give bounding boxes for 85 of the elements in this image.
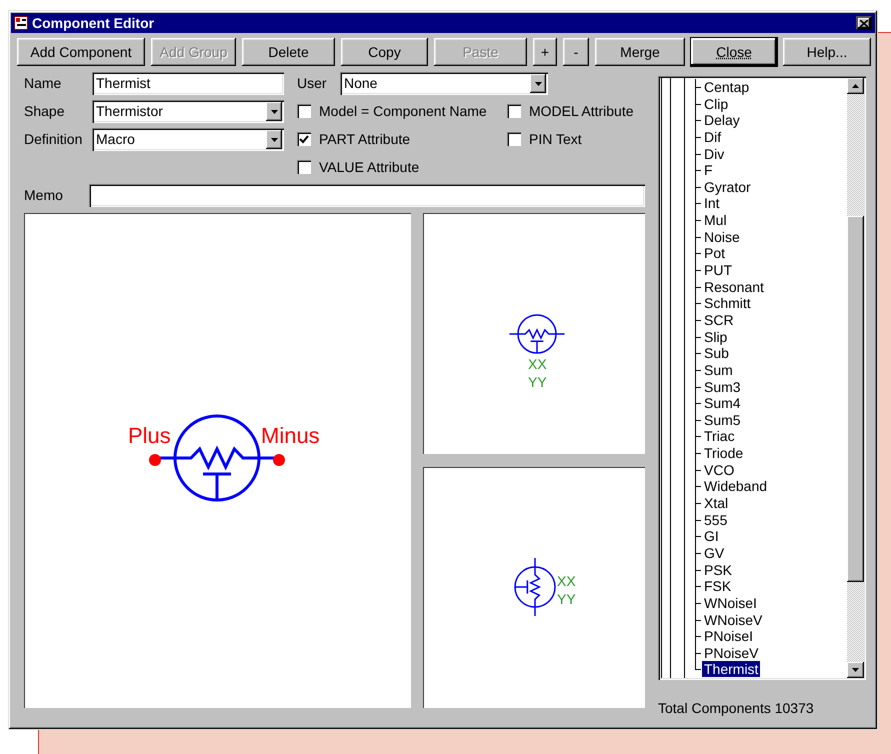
field-label: User <box>297 74 328 93</box>
tree-item[interactable]: WNoiseV <box>702 612 764 628</box>
toolbar-button[interactable]: Merge <box>595 38 685 66</box>
tree-item[interactable]: Sum4 <box>702 395 743 412</box>
tree-item[interactable]: Slip <box>702 328 730 345</box>
tree-item[interactable]: Clip <box>702 96 730 112</box>
thermistor-symbol <box>514 558 556 616</box>
toolbar-button[interactable]: - <box>563 38 589 66</box>
tree-item[interactable]: PUT <box>702 262 734 278</box>
tree-item[interactable]: VCO <box>702 462 736 478</box>
toolbar-button[interactable]: Copy <box>341 38 428 66</box>
tree-item[interactable]: Pot <box>702 245 728 262</box>
user-dropdown[interactable]: None <box>340 72 548 95</box>
tree-item[interactable]: Int <box>702 195 722 212</box>
toolbar-button[interactable]: Close <box>691 38 777 66</box>
tree-item[interactable]: Delay <box>702 112 742 128</box>
dropdown-arrow-icon <box>270 110 278 114</box>
checkbox-label: PIN Text <box>529 130 582 148</box>
tree-item[interactable]: Div <box>702 146 726 162</box>
attribute-label: YY <box>528 374 547 390</box>
tree-item[interactable]: 555 <box>702 512 730 528</box>
attribute-label: YY <box>557 591 576 607</box>
tree-item[interactable]: GI <box>702 528 721 544</box>
toolbar-button[interactable]: Help... <box>783 38 871 66</box>
dropdown-arrow-icon <box>270 138 278 142</box>
close-icon[interactable] <box>856 16 872 30</box>
tree-item[interactable]: Gyrator <box>702 178 753 195</box>
status-text: Total Components 10373 <box>658 699 815 718</box>
tree-item[interactable]: SCR <box>702 312 736 328</box>
tree-item[interactable]: Thermist <box>702 661 760 678</box>
tree-item[interactable]: Sum5 <box>702 412 743 428</box>
text-field[interactable]: Thermist <box>92 72 284 95</box>
tree-item[interactable]: Mul <box>702 212 729 228</box>
dropdown-arrow-icon <box>534 82 542 86</box>
tree-item[interactable]: Xtal <box>702 495 730 512</box>
checkbox[interactable] <box>507 132 521 146</box>
pin-label: Minus <box>261 423 320 448</box>
memo-field[interactable] <box>89 184 645 207</box>
checkbox[interactable] <box>297 160 311 174</box>
checkbox-label: MODEL Attribute <box>529 102 634 120</box>
field-label: Name <box>24 74 62 93</box>
window-title: Component Editor <box>32 14 154 33</box>
tree-item[interactable]: FSK <box>702 578 734 594</box>
toolbar-button[interactable]: Delete <box>242 38 335 66</box>
checkbox[interactable] <box>297 132 311 146</box>
scroll-thumb[interactable] <box>847 216 864 582</box>
tree-item[interactable]: Noise <box>702 228 742 245</box>
tree-item[interactable]: Dif <box>702 128 724 145</box>
tree-item[interactable]: Triac <box>702 428 737 444</box>
tree-item[interactable]: Wideband <box>702 478 770 494</box>
attribute-label: XX <box>528 356 547 372</box>
tree-item[interactable]: Sum3 <box>702 378 743 395</box>
tree-item[interactable]: PNoiseV <box>702 644 760 661</box>
tree-item[interactable]: Triode <box>702 445 746 462</box>
tree-item[interactable]: Schmitt <box>702 295 753 312</box>
field-label: Memo <box>24 186 64 205</box>
tree-item[interactable]: WNoiseI <box>702 594 759 611</box>
scrollbar[interactable] <box>847 78 864 678</box>
tree-item[interactable]: Sub <box>702 345 731 362</box>
toolbar-button[interactable]: + <box>533 38 557 66</box>
pin-label: Plus <box>128 423 171 448</box>
scroll-down-icon <box>852 668 859 672</box>
tree-item[interactable]: PNoiseI <box>702 628 756 644</box>
tree-item[interactable]: Centap <box>702 79 752 95</box>
toolbar-button[interactable]: Add Component <box>17 38 145 66</box>
attribute-label: XX <box>557 573 576 589</box>
checkbox-label: PART Attribute <box>319 130 410 148</box>
tree-item[interactable]: PSK <box>702 562 734 578</box>
tree-item[interactable]: Sum <box>702 362 735 378</box>
checkbox[interactable] <box>507 104 521 118</box>
checkbox-label: VALUE Attribute <box>319 158 420 176</box>
checkbox[interactable] <box>297 104 311 118</box>
pin-dot <box>273 454 285 466</box>
thermistor-symbol <box>509 314 565 354</box>
scroll-up-icon <box>852 84 859 88</box>
dropdown-field[interactable]: Macro <box>92 128 284 151</box>
pin-dot <box>149 454 161 466</box>
field-label: Definition <box>24 130 84 149</box>
dropdown-field[interactable]: Thermistor <box>92 100 284 123</box>
tree-item[interactable]: F <box>702 162 715 178</box>
checkbox-label: Model = Component Name <box>319 102 487 121</box>
tree-item[interactable]: GV <box>702 544 726 561</box>
tree-item[interactable]: Resonant <box>702 278 766 295</box>
field-label: Shape <box>24 102 66 121</box>
app-icon <box>14 16 28 30</box>
